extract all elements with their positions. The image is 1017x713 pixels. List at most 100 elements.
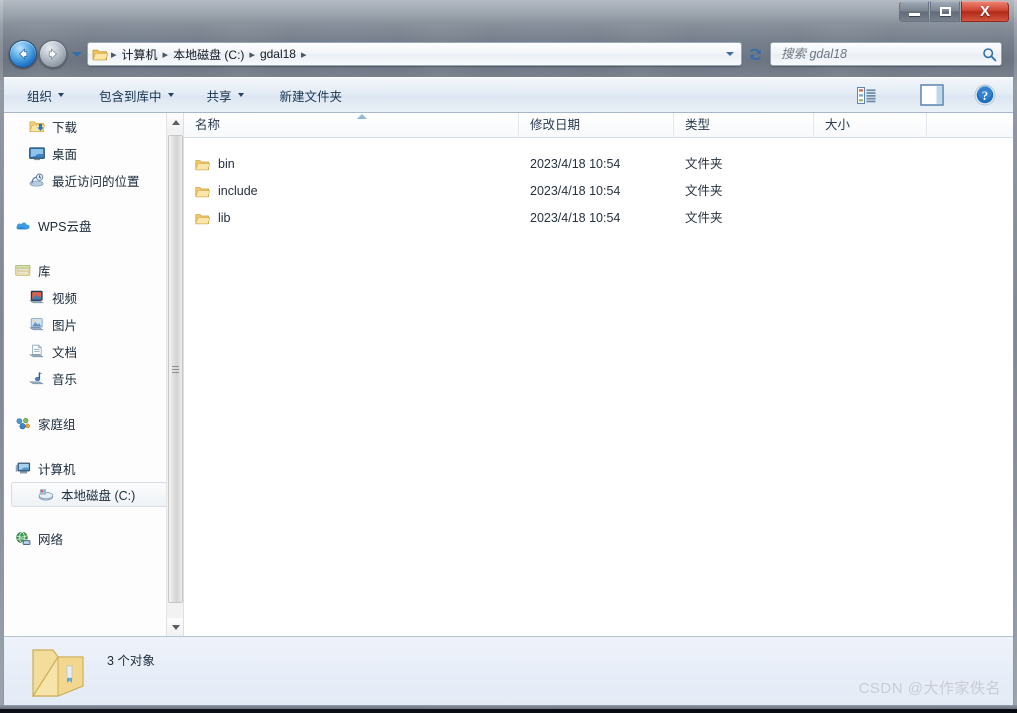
help-button[interactable]: ? [968, 80, 1002, 110]
sidebar-item-label: 音乐 [52, 373, 78, 387]
file-size-cell [814, 151, 927, 178]
homegroup-icon [15, 416, 31, 432]
chevron-up-icon [171, 119, 180, 125]
organize-button[interactable]: 组织 [17, 81, 74, 109]
hard-disk-icon [38, 487, 54, 503]
include-in-library-button[interactable]: 包含到库中 [89, 81, 184, 109]
share-button[interactable]: 共享 [197, 81, 254, 109]
column-header-name[interactable]: 名称 [184, 113, 519, 138]
sidebar-item-local-disk-c[interactable]: 本地磁盘 (C:) [11, 482, 177, 507]
sidebar-item-recent-places[interactable]: 最近访问的位置 [3, 167, 183, 194]
search-input[interactable] [779, 46, 982, 62]
music-icon [29, 371, 45, 387]
preview-pane-button[interactable] [914, 80, 950, 110]
sidebar-item-libraries[interactable]: 库 [3, 257, 183, 284]
sidebar-item-label: 文档 [52, 346, 78, 360]
cloud-icon [15, 218, 31, 234]
list-view-icon [857, 86, 876, 104]
breadcrumb-gdal18[interactable]: gdal18 [256, 45, 300, 63]
sidebar-item-downloads[interactable]: 下载 [3, 113, 183, 140]
toolbar-right-group: ? [851, 78, 1014, 112]
recent-places-icon [29, 173, 45, 189]
file-type-cell: 文件夹 [685, 211, 723, 225]
chevron-down-icon [72, 51, 82, 57]
sidebar-item-label: 计算机 [38, 463, 76, 477]
file-name-cell[interactable]: lib [184, 205, 519, 232]
computer-icon [15, 461, 31, 477]
scrollbar-thumb[interactable] [168, 135, 183, 603]
close-button[interactable]: X [961, 1, 1009, 22]
file-size-cell [814, 205, 927, 232]
table-row[interactable]: bin 2023/4/18 10:54 文件夹 [184, 151, 1014, 178]
chevron-down-icon [167, 93, 174, 97]
sidebar-item-videos[interactable]: 视频 [3, 284, 183, 311]
maximize-icon [939, 7, 951, 16]
file-name-label: bin [218, 157, 235, 171]
chevron-down-icon [171, 624, 180, 630]
sidebar-item-label: 下载 [52, 121, 78, 135]
file-name-cell[interactable]: bin [184, 151, 519, 178]
organize-label: 组织 [27, 89, 53, 104]
scroll-up-button[interactable] [167, 113, 183, 131]
table-row[interactable]: lib 2023/4/18 10:54 文件夹 [184, 205, 1014, 232]
address-history-dropdown[interactable] [721, 52, 739, 56]
preview-pane-icon [920, 84, 944, 106]
new-folder-button[interactable]: 新建文件夹 [270, 81, 353, 109]
breadcrumb-separator: ▸ [111, 48, 117, 61]
navigation-bar: ▸ 计算机 ▸ 本地磁盘 (C:) ▸ gdal18 ▸ [0, 33, 1017, 75]
file-date-cell: 2023/4/18 10:54 [530, 211, 621, 225]
forward-button[interactable] [39, 40, 67, 68]
refresh-button[interactable] [744, 42, 766, 66]
refresh-icon [749, 48, 761, 60]
column-header-date-modified[interactable]: 修改日期 [519, 113, 674, 138]
table-row[interactable]: include 2023/4/18 10:54 文件夹 [184, 178, 1014, 205]
change-view-dropdown[interactable] [882, 80, 900, 110]
breadcrumb-local-disk[interactable]: 本地磁盘 (C:) [169, 44, 248, 65]
desktop-icon [29, 146, 45, 162]
sidebar-item-music[interactable]: 音乐 [3, 365, 183, 392]
change-view-button[interactable] [851, 80, 882, 110]
sidebar-item-label: WPS云盘 [38, 220, 92, 234]
sidebar-item-label: 图片 [52, 319, 78, 333]
sidebar-item-pictures[interactable]: 图片 [3, 311, 183, 338]
chevron-down-icon [237, 93, 244, 97]
library-icon [15, 263, 31, 279]
sidebar-item-documents[interactable]: 文档 [3, 338, 183, 365]
column-header-size[interactable]: 大小 [814, 113, 927, 138]
recent-pages-dropdown[interactable] [71, 51, 83, 57]
video-icon [29, 290, 45, 306]
chevron-down-icon [726, 52, 734, 56]
downloads-folder-icon [29, 119, 45, 135]
breadcrumb-computer[interactable]: 计算机 [118, 44, 162, 65]
file-name-cell[interactable]: include [184, 178, 519, 205]
sidebar-item-label: 桌面 [52, 148, 78, 162]
sidebar-item-network[interactable]: 网络 [3, 525, 183, 552]
file-date-cell: 2023/4/18 10:54 [530, 157, 621, 171]
scroll-down-button[interactable] [167, 618, 183, 636]
sidebar-item-homegroup[interactable]: 家庭组 [3, 410, 183, 437]
status-bar: 3 个对象 CSDN @大作家佚名 [3, 636, 1014, 706]
scrollbar-grip [172, 364, 179, 375]
sidebar-item-label: 最近访问的位置 [52, 175, 140, 189]
sidebar-item-computer[interactable]: 计算机 [3, 455, 183, 482]
sidebar-item-label: 库 [38, 265, 51, 279]
maximize-button[interactable] [930, 1, 960, 22]
search-box[interactable] [770, 42, 1002, 66]
back-button[interactable] [9, 40, 37, 68]
include-in-library-label: 包含到库中 [99, 89, 162, 104]
file-name-label: lib [218, 211, 231, 225]
minimize-icon [908, 13, 920, 16]
window-controls: X [899, 1, 1009, 22]
column-header-type[interactable]: 类型 [674, 113, 814, 138]
address-bar[interactable]: ▸ 计算机 ▸ 本地磁盘 (C:) ▸ gdal18 ▸ [87, 42, 742, 66]
documents-icon [29, 344, 45, 360]
sidebar-scrollbar[interactable] [166, 113, 183, 636]
minimize-button[interactable] [899, 1, 929, 22]
sidebar-item-wps-cloud[interactable]: WPS云盘 [3, 212, 183, 239]
chevron-down-icon [58, 93, 65, 97]
file-type-cell: 文件夹 [685, 157, 723, 171]
sidebar-item-desktop[interactable]: 桌面 [3, 140, 183, 167]
